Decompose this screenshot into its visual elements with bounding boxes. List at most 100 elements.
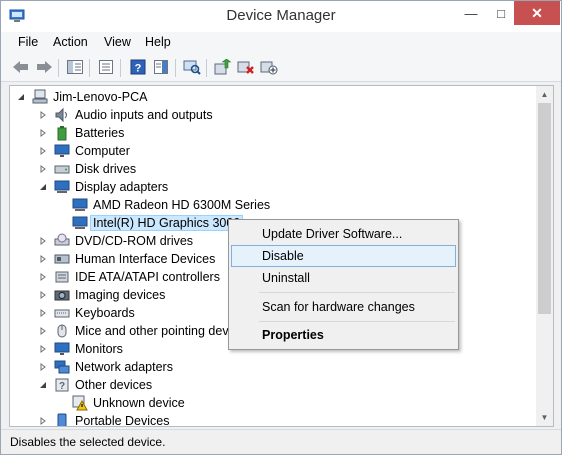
menu-action[interactable]: Action bbox=[53, 35, 88, 49]
expanded-arrow-icon[interactable] bbox=[16, 92, 26, 102]
action-pane-button[interactable] bbox=[151, 58, 171, 76]
tree-node-mice[interactable]: Mice and other pointing devices bbox=[38, 322, 251, 340]
context-menu-separator bbox=[259, 292, 455, 293]
tree-node-label: Other devices bbox=[75, 378, 153, 392]
scroll-up-button[interactable]: ▲ bbox=[536, 86, 553, 103]
context-menu-uninstall[interactable]: Uninstall bbox=[231, 267, 456, 289]
tree-node-label: DVD/CD-ROM drives bbox=[75, 234, 194, 248]
tree-node-label: IDE ATA/ATAPI controllers bbox=[75, 270, 220, 284]
collapsed-arrow-icon[interactable] bbox=[38, 290, 48, 300]
toolbar: ? bbox=[1, 53, 561, 82]
ide-controller-icon bbox=[54, 269, 70, 285]
tree-node-audio[interactable]: Audio inputs and outputs bbox=[38, 106, 213, 124]
tree-node-amd-radeon[interactable]: AMD Radeon HD 6300M Series bbox=[72, 196, 270, 214]
scroll-down-button[interactable]: ▼ bbox=[536, 409, 553, 426]
collapsed-arrow-icon[interactable] bbox=[38, 164, 48, 174]
maximize-icon: □ bbox=[497, 5, 505, 21]
collapsed-arrow-icon[interactable] bbox=[38, 308, 48, 318]
minimize-button[interactable]: — bbox=[457, 1, 485, 25]
help-button[interactable]: ? bbox=[128, 58, 148, 76]
collapsed-arrow-icon[interactable] bbox=[38, 344, 48, 354]
svg-text:?: ? bbox=[59, 381, 65, 392]
tree-node-display-adapters[interactable]: Display adapters bbox=[38, 178, 168, 196]
back-arrow-icon bbox=[13, 61, 28, 73]
scan-hardware-button[interactable] bbox=[182, 58, 202, 76]
menu-help[interactable]: Help bbox=[145, 35, 171, 49]
collapsed-arrow-icon[interactable] bbox=[38, 254, 48, 264]
collapsed-arrow-icon[interactable] bbox=[38, 128, 48, 138]
menu-file[interactable]: File bbox=[18, 35, 38, 49]
warning-device-icon bbox=[72, 395, 88, 411]
show-hide-console-tree-icon bbox=[67, 60, 83, 74]
properties-button[interactable] bbox=[96, 58, 116, 76]
collapsed-arrow-icon[interactable] bbox=[38, 110, 48, 120]
close-button[interactable]: ✕ bbox=[514, 1, 560, 25]
collapsed-arrow-icon[interactable] bbox=[38, 326, 48, 336]
console-tree-button[interactable] bbox=[65, 58, 85, 76]
tree-root[interactable]: Jim-Lenovo-PCA bbox=[16, 88, 147, 106]
tree-node-label: Human Interface Devices bbox=[75, 252, 216, 266]
scan-hardware-changes-icon bbox=[183, 60, 201, 75]
collapsed-arrow-icon[interactable] bbox=[38, 362, 48, 372]
maximize-button[interactable]: □ bbox=[487, 1, 515, 25]
tree-node-imaging-devices[interactable]: Imaging devices bbox=[38, 286, 165, 304]
scrollbar-thumb[interactable] bbox=[538, 103, 551, 314]
forward-arrow-icon bbox=[37, 61, 52, 73]
uninstall-device-button[interactable] bbox=[236, 58, 256, 76]
computer-root-icon bbox=[32, 89, 48, 105]
tree-node-computer[interactable]: Computer bbox=[38, 142, 130, 160]
collapsed-arrow-icon[interactable] bbox=[38, 236, 48, 246]
collapsed-arrow-icon[interactable] bbox=[38, 146, 48, 156]
tree-node-label: Monitors bbox=[75, 342, 123, 356]
collapsed-arrow-icon[interactable] bbox=[38, 272, 48, 282]
menu-view[interactable]: View bbox=[104, 35, 131, 49]
tree-node-batteries[interactable]: Batteries bbox=[38, 124, 124, 142]
portable-device-icon bbox=[54, 413, 70, 426]
tree-node-other-devices[interactable]: ? Other devices bbox=[38, 376, 152, 394]
svg-text:?: ? bbox=[135, 63, 142, 75]
update-driver-icon bbox=[214, 59, 232, 75]
battery-icon bbox=[54, 125, 70, 141]
tree-node-label: Display adapters bbox=[75, 180, 169, 194]
toolbar-separator bbox=[89, 59, 90, 77]
mouse-icon bbox=[54, 323, 70, 339]
add-legacy-hardware-icon bbox=[260, 61, 278, 75]
tree-node-keyboards[interactable]: Keyboards bbox=[38, 304, 135, 322]
tree-node-hid[interactable]: Human Interface Devices bbox=[38, 250, 215, 268]
tree-node-monitors[interactable]: Monitors bbox=[38, 340, 123, 358]
context-menu-update-driver[interactable]: Update Driver Software... bbox=[231, 223, 456, 245]
forward-button[interactable] bbox=[34, 58, 54, 76]
update-driver-button[interactable] bbox=[213, 58, 233, 76]
context-menu-scan-hardware[interactable]: Scan for hardware changes bbox=[231, 296, 456, 318]
tree-node-dvd-cdrom[interactable]: DVD/CD-ROM drives bbox=[38, 232, 193, 250]
tree-node-unknown-device[interactable]: Unknown device bbox=[72, 394, 185, 412]
tree-node-intel-hd-graphics[interactable]: Intel(R) HD Graphics 3000 bbox=[72, 214, 244, 232]
tree-node-disk-drives[interactable]: Disk drives bbox=[38, 160, 136, 178]
monitor-icon bbox=[54, 143, 70, 159]
dvd-drive-icon bbox=[54, 233, 70, 249]
tree-root-label: Jim-Lenovo-PCA bbox=[53, 90, 148, 104]
expanded-arrow-icon[interactable] bbox=[38, 182, 48, 192]
monitor-icon bbox=[54, 341, 70, 357]
scroll-up-arrow-icon: ▲ bbox=[540, 90, 549, 99]
collapsed-arrow-icon[interactable] bbox=[38, 416, 48, 426]
tree-node-portable-devices[interactable]: Portable Devices bbox=[38, 412, 170, 426]
network-adapter-icon bbox=[54, 359, 70, 375]
tree-node-label: Batteries bbox=[75, 126, 125, 140]
tree-node-label: Audio inputs and outputs bbox=[75, 108, 213, 122]
back-button[interactable] bbox=[11, 58, 31, 76]
tree-node-network-adapters[interactable]: Network adapters bbox=[38, 358, 173, 376]
disk-drive-icon bbox=[54, 161, 70, 177]
vertical-scrollbar[interactable]: ▲ ▼ bbox=[536, 86, 553, 426]
context-menu-disable[interactable]: Disable bbox=[231, 245, 456, 267]
action-pane-icon bbox=[154, 60, 168, 74]
title-bar[interactable]: Device Manager — □ ✕ bbox=[1, 1, 561, 32]
tree-node-label: Computer bbox=[75, 144, 130, 158]
context-menu-separator bbox=[259, 321, 455, 322]
context-menu-properties[interactable]: Properties bbox=[231, 324, 456, 346]
tree-node-ide-controllers[interactable]: IDE ATA/ATAPI controllers bbox=[38, 268, 220, 286]
keyboard-icon bbox=[54, 305, 70, 321]
add-legacy-hardware-button[interactable] bbox=[259, 58, 279, 76]
expanded-arrow-icon[interactable] bbox=[38, 380, 48, 390]
toolbar-separator bbox=[175, 59, 176, 77]
